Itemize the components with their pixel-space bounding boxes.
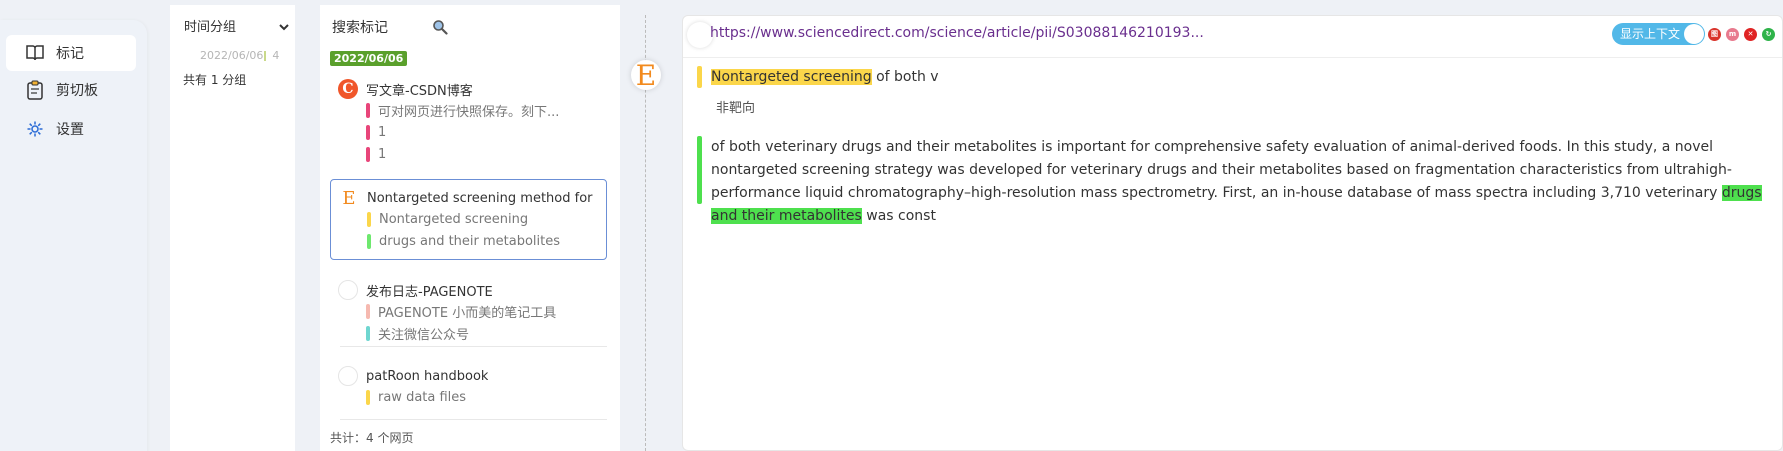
page-card-csdn[interactable]: C 写文章-CSDN博客 可对网页进行快照保存。刻下... 1 1 (330, 71, 607, 171)
left-nav: 标记 剪切板 设置 (0, 20, 147, 451)
mark-text: 1 (378, 146, 387, 162)
page-card-pagenote[interactable]: 发布日志-PAGENOTE PAGENOTE 小而美的笔记工具 关注微信公众号 (330, 272, 607, 347)
mark-color-bar (366, 102, 370, 118)
context-after: was const (861, 208, 936, 224)
highlight-list: Nontargeted screening of both v 非靶向 of b… (697, 66, 1768, 236)
nav-item-label: 标记 (56, 46, 84, 62)
mark-text: raw data files (378, 389, 467, 405)
mark-item[interactable]: drugs and their metabolites (339, 230, 598, 252)
context-after: of both v (871, 69, 939, 85)
page-card-patroon[interactable]: patRoon handbook raw data files (330, 358, 607, 420)
book-icon (24, 42, 46, 64)
mark-item[interactable]: 1 (338, 121, 599, 143)
group-count: 4 (272, 49, 280, 62)
card-separator (340, 346, 607, 347)
mark-item[interactable]: raw data files (338, 386, 599, 408)
mark-color-bar (366, 325, 370, 341)
toggle-label: 显示上下文 (1620, 27, 1681, 41)
mark-text: 可对网页进行快照保存。刻下... (378, 104, 560, 120)
page-title: patRoon handbook (366, 368, 489, 384)
mark-text: 关注微信公众号 (378, 327, 470, 343)
mark-color-bar (367, 233, 371, 249)
show-context-toggle[interactable]: 显示上下文 (1612, 23, 1705, 45)
highlight-item[interactable]: Nontargeted screening of both v (697, 66, 1768, 89)
blank-favicon-icon (338, 280, 358, 300)
group-summary: 共有 1 分组 (183, 73, 247, 87)
page-title: 发布日志-PAGENOTE (366, 284, 493, 300)
gear-icon (24, 118, 46, 140)
mark-text: 1 (378, 124, 387, 140)
mark-item[interactable]: PAGENOTE 小而美的笔记工具 (338, 300, 599, 322)
group-date: 2022/06/06 (200, 49, 264, 62)
group-bar (264, 51, 267, 61)
nav-item-settings[interactable]: 设置 (6, 111, 136, 147)
highlight-text: of both veterinary drugs and their metab… (711, 136, 1768, 228)
group-date-row[interactable]: 2022/06/06 4 (200, 49, 290, 65)
nav-item-label: 剪切板 (56, 83, 98, 99)
refresh-icon[interactable]: ↻ (1762, 28, 1775, 41)
mark-color-bar (366, 146, 370, 162)
close-icon[interactable]: ✕ (1744, 28, 1757, 41)
mark-color-bar (366, 124, 370, 140)
highlight-color-bar (697, 66, 702, 88)
elsevier-favicon-icon[interactable]: E (631, 59, 661, 92)
detail-header: https://www.sciencedirect.com/science/ar… (683, 16, 1782, 58)
mark-item[interactable]: 关注微信公众号 (338, 322, 599, 344)
nav-item-clipboard[interactable]: 剪切板 (6, 72, 136, 108)
blank-favicon-icon (338, 366, 358, 386)
detail-panel: https://www.sciencedirect.com/science/ar… (682, 15, 1783, 451)
page-url-link[interactable]: https://www.sciencedirect.com/science/ar… (710, 25, 1204, 41)
mark-color-bar (366, 389, 370, 405)
highlight-item[interactable]: of both veterinary drugs and their metab… (697, 136, 1768, 228)
group-panel: 时间分组 2022/06/06 4 共有 1 分组 (170, 5, 295, 451)
mark-item[interactable]: 1 (338, 143, 599, 165)
mark-text: Nontargeted screening (379, 211, 529, 227)
toggle-knob (1684, 24, 1704, 44)
page-list-panel: 2022/06/06 C 写文章-CSDN博客 可对网页进行快照保存。刻下...… (320, 5, 620, 451)
nav-item-marks[interactable]: 标记 (6, 35, 136, 71)
page-title: 写文章-CSDN博客 (366, 83, 473, 99)
image-icon[interactable]: 图 (1708, 28, 1721, 41)
search-icon[interactable] (432, 19, 448, 35)
elsevier-favicon-icon: E (339, 188, 359, 209)
highlight-text: Nontargeted screening of both v (711, 66, 1768, 89)
context-before: of both veterinary drugs and their metab… (711, 139, 1732, 201)
clipboard-icon (24, 79, 46, 101)
mark-color-bar (366, 303, 370, 319)
page-total: 共计：4 个网页 (330, 431, 414, 445)
date-badge: 2022/06/06 (330, 51, 408, 66)
nav-item-label: 设置 (56, 122, 84, 138)
card-separator (340, 419, 607, 420)
mark-item[interactable]: Nontargeted screening (339, 208, 598, 230)
highlight-color-bar (697, 136, 702, 204)
csdn-favicon-icon: C (338, 79, 358, 99)
page-card-sciencedirect[interactable]: E Nontargeted screening method for Nonta… (330, 179, 607, 260)
markdown-icon[interactable]: m (1726, 28, 1739, 41)
mark-item[interactable]: 可对网页进行快照保存。刻下... (338, 99, 599, 121)
mark-color-bar (367, 211, 371, 227)
highlight-span: Nontargeted screening (711, 69, 872, 85)
group-by-select[interactable]: 时间分组 (180, 15, 292, 39)
mark-text: drugs and their metabolites (379, 233, 561, 249)
page-title: Nontargeted screening method for (367, 190, 593, 206)
mark-text: PAGENOTE 小而美的笔记工具 (378, 305, 557, 321)
highlight-note: 非靶向 (716, 101, 756, 116)
